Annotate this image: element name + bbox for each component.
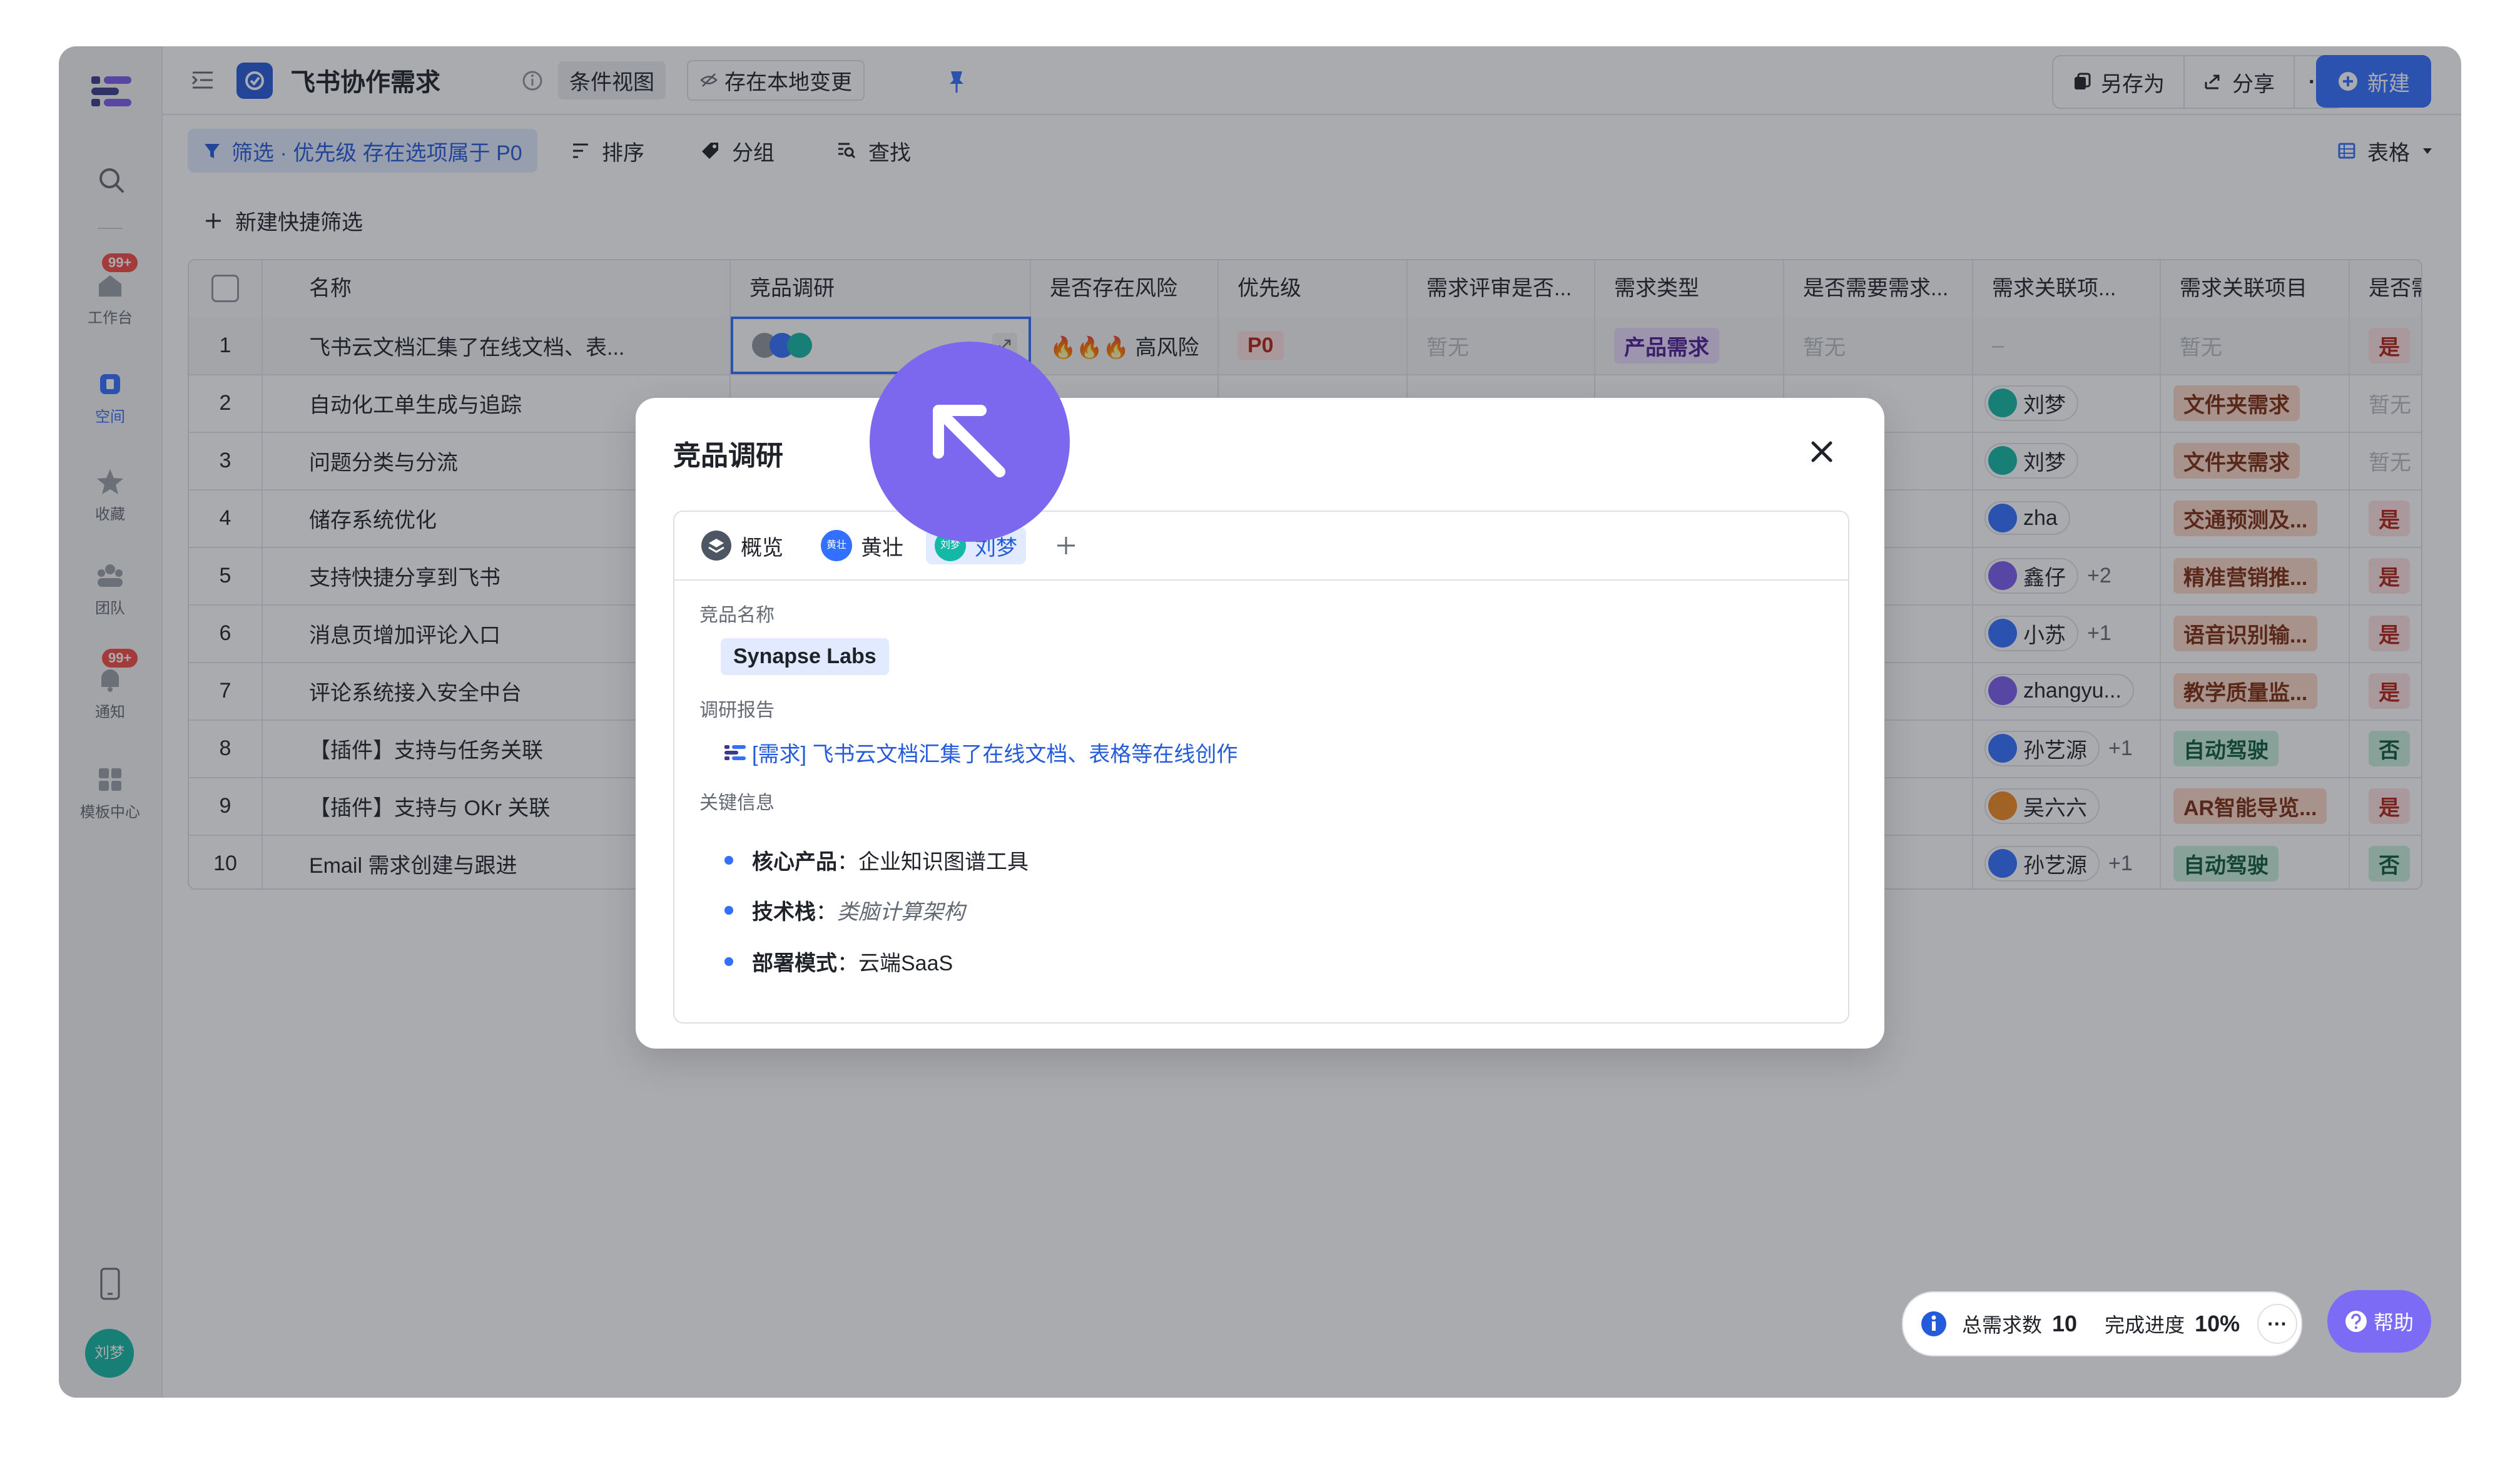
competitor-research-dialog: 竞品调研 概览 黄壮 黄壮 刘梦 刘梦 竞品名称 Synapse Labs 调研… — [636, 398, 1884, 1049]
dialog-title: 竞品调研 — [673, 440, 783, 471]
key-info-key: 部署模式 — [752, 952, 837, 975]
key-info-value: 企业知识图谱工具 — [858, 850, 1029, 874]
key-info-value: 类脑计算架构 — [837, 900, 965, 924]
tab-overview[interactable]: 概览 — [692, 527, 792, 564]
key-info-item: 技术栈：类脑计算架构 — [724, 895, 965, 925]
info-icon — [1921, 1311, 1946, 1336]
progress-label: 完成进度 — [2105, 1314, 2185, 1336]
help-button[interactable]: 帮助 — [2327, 1290, 2431, 1353]
report-label: 调研报告 — [699, 700, 775, 721]
report-link-text: [需求] 飞书云文档汇集了在线文档、表格等在线创作 — [752, 743, 1238, 766]
requirement-icon — [724, 745, 746, 760]
close-icon[interactable] — [1809, 439, 1834, 464]
cursor-highlight — [870, 342, 1070, 542]
total-value: 10 — [2052, 1311, 2078, 1336]
report-link[interactable]: [需求] 飞书云文档汇集了在线文档、表格等在线创作 — [724, 737, 1237, 768]
avatar: 黄壮 — [821, 530, 852, 561]
key-info-value: 云端SaaS — [858, 952, 953, 975]
key-info-label: 关键信息 — [699, 793, 775, 813]
help-icon — [2345, 1311, 2367, 1332]
summary-more-button[interactable]: ··· — [2257, 1304, 2298, 1344]
dialog-tabs: 概览 黄壮 黄壮 刘梦 刘梦 — [674, 512, 1848, 581]
competitor-name-label: 竞品名称 — [699, 605, 775, 626]
tab-person[interactable]: 黄壮 黄壮 — [812, 527, 912, 564]
tab-label: 黄壮 — [861, 536, 903, 560]
arrow-up-left-icon — [933, 405, 1005, 477]
key-info-item: 核心产品：企业知识图谱工具 — [724, 845, 1029, 875]
competitor-name-tag: Synapse Labs — [721, 638, 889, 675]
key-info-key: 核心产品 — [752, 850, 837, 874]
help-label: 帮助 — [2373, 1311, 2414, 1334]
key-info-key: 技术栈 — [752, 900, 816, 924]
dialog-content-panel: 概览 黄壮 黄壮 刘梦 刘梦 竞品名称 Synapse Labs 调研报告 [需… — [673, 511, 1849, 1024]
layers-icon — [701, 531, 731, 561]
app-window: 工作台 99+ 空间 收藏 团队 通知 99+ 模板中心 刘梦 飞书协作需求 条… — [59, 46, 2461, 1398]
key-info-item: 部署模式：云端SaaS — [724, 946, 953, 977]
total-label: 总需求数 — [1962, 1314, 2043, 1336]
add-tab-icon[interactable] — [1055, 534, 1077, 557]
progress-value: 10% — [2195, 1311, 2240, 1336]
tab-label: 概览 — [741, 536, 783, 560]
summary-bar: 总需求数 10 完成进度 10% ··· — [1902, 1291, 2302, 1356]
